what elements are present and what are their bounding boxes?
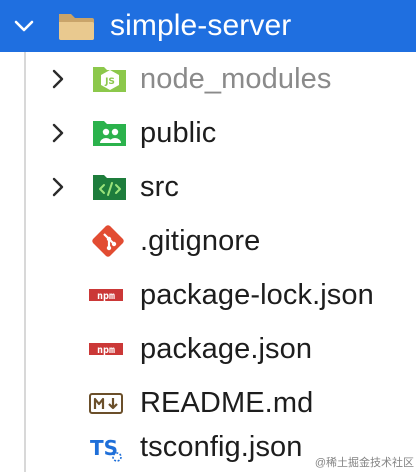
tree-item-public[interactable]: public [0,106,416,160]
tree-item-label: README.md [140,386,314,419]
tree-item-package-json[interactable]: npm package.json [0,322,416,376]
file-explorer: simple-server JS node_modules public src… [0,0,416,472]
tree-item-package-lock-json[interactable]: npm package-lock.json [0,268,416,322]
chevron-right-icon[interactable] [46,67,70,91]
src-folder-icon [90,167,130,207]
chevron-right-icon[interactable] [46,121,70,145]
tree-item-label: public [140,116,217,149]
public-folder-icon [90,113,130,153]
tree-item-label: .gitignore [140,224,261,257]
nodejs-folder-icon: JS [90,59,130,99]
npm-icon: npm [86,329,126,369]
chevron-right-icon[interactable] [46,175,70,199]
tree-item-gitignore[interactable]: .gitignore [0,214,416,268]
tree-item-src[interactable]: src [0,160,416,214]
folder-open-icon [56,6,96,46]
tree-item-label: package-lock.json [140,278,374,311]
git-icon [88,221,128,261]
svg-text:npm: npm [97,291,115,302]
tree-root-simple-server[interactable]: simple-server [0,0,416,52]
tree-item-label: src [140,170,179,203]
tree-item-label: package.json [140,332,313,365]
tree-item-label: tsconfig.json [140,430,303,463]
tree-root-label: simple-server [110,9,292,42]
svg-text:JS: JS [104,77,115,87]
npm-icon: npm [86,275,126,315]
svg-text:npm: npm [97,345,115,356]
typescript-icon: TS [86,427,126,467]
markdown-icon [86,383,126,423]
chevron-down-icon[interactable] [12,14,36,38]
svg-text:TS: TS [90,436,118,460]
tree-item-label: node_modules [140,62,332,95]
tree-item-node-modules[interactable]: JS node_modules [0,52,416,106]
watermark: @稀土掘金技术社区 [314,457,414,469]
